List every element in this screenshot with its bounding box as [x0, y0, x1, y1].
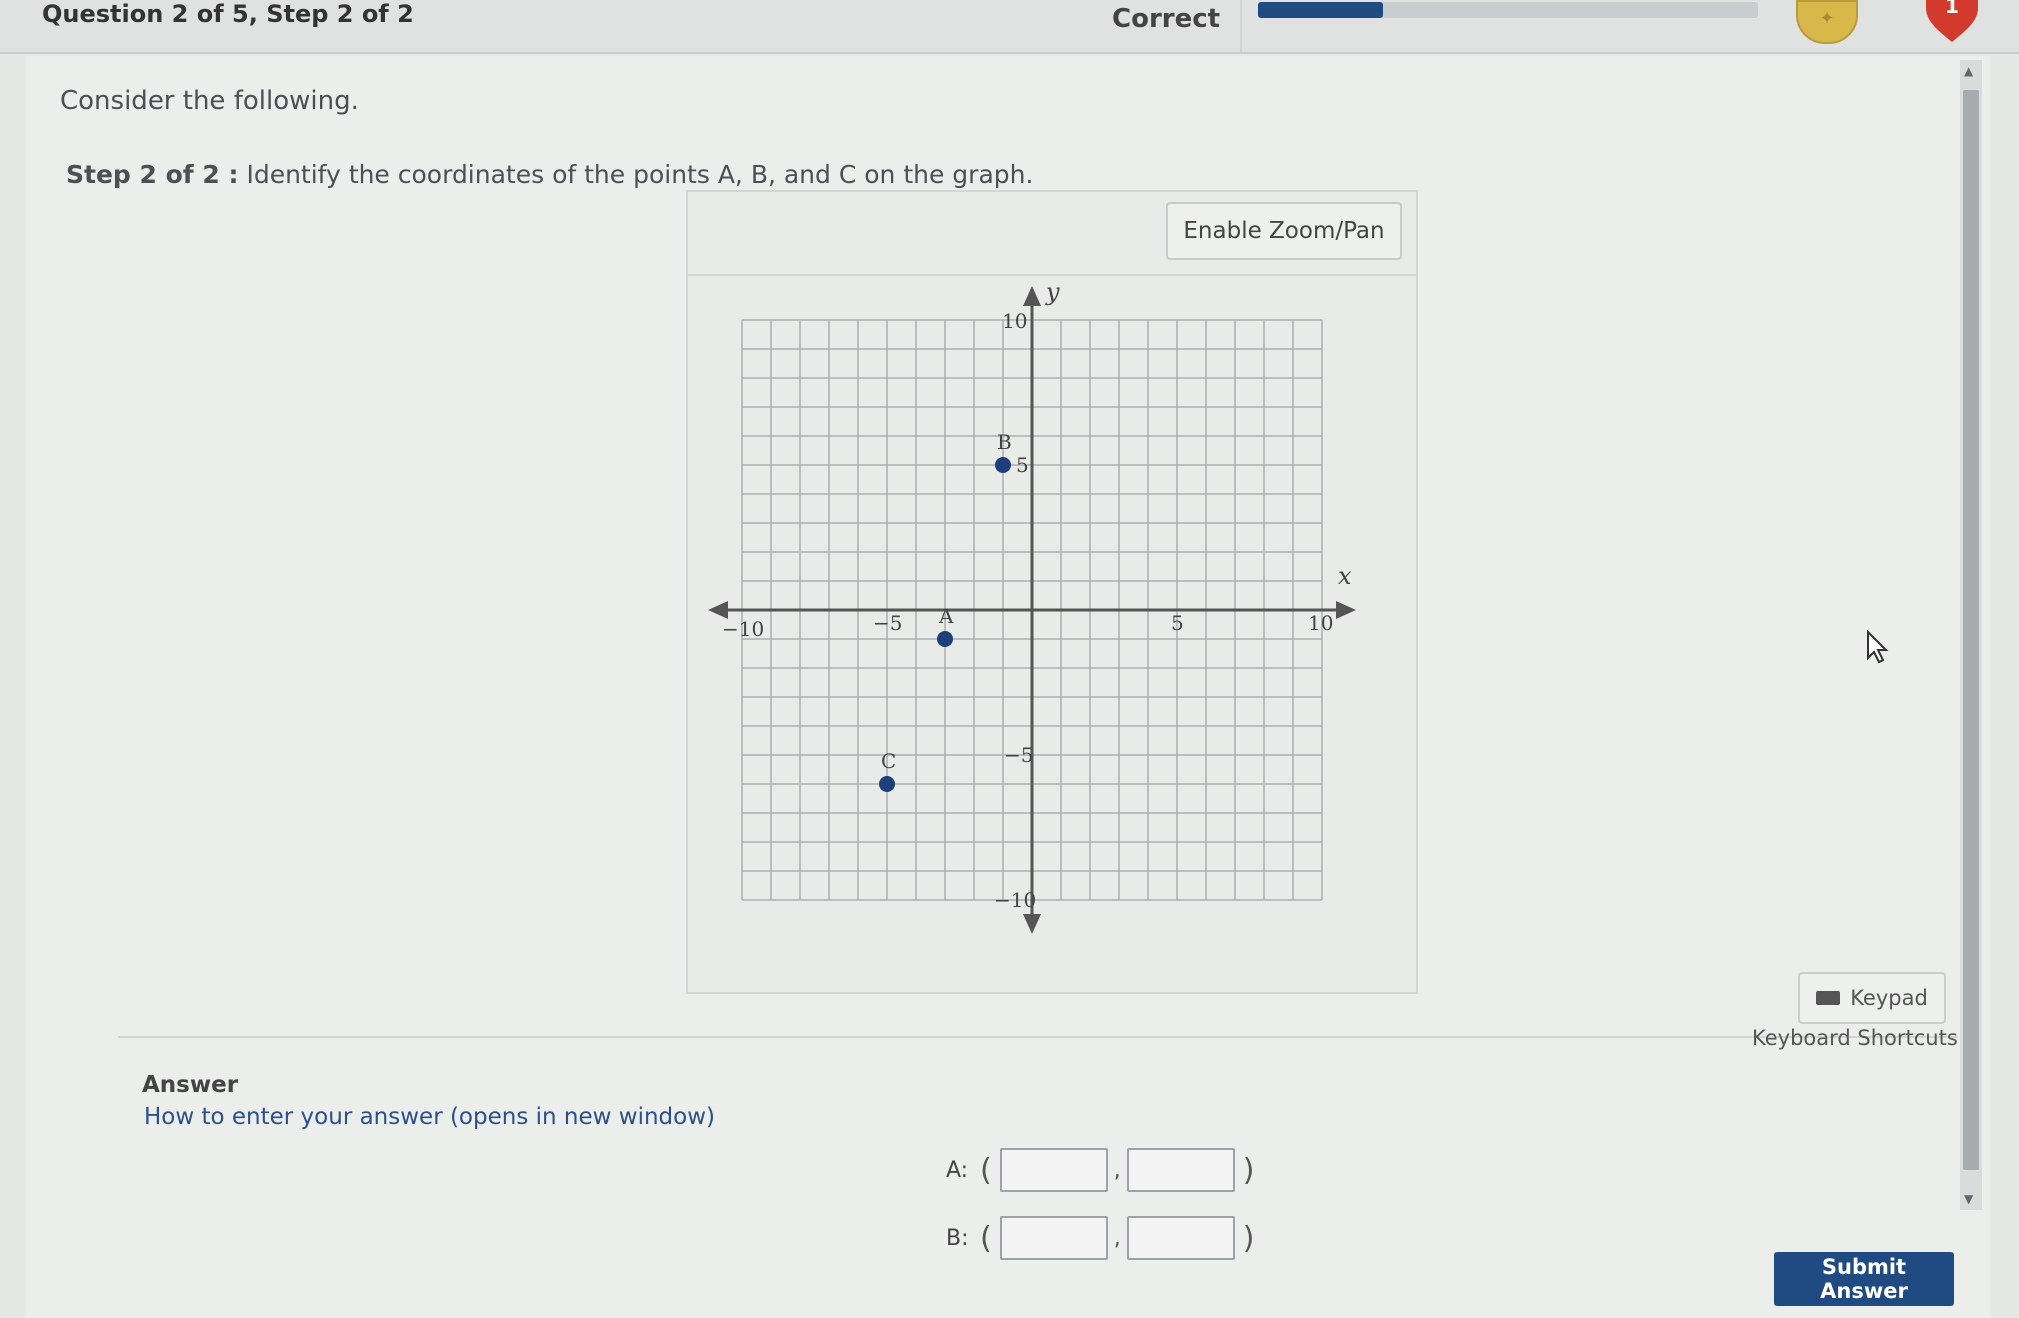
scroll-up-icon[interactable]: ▲: [1964, 64, 1973, 78]
coin-icon[interactable]: ✦: [1796, 0, 1858, 44]
point-a-y-input[interactable]: [1126, 1148, 1235, 1192]
point-c: [879, 776, 895, 792]
enable-zoom-pan-button[interactable]: Enable Zoom/Pan: [1166, 202, 1402, 260]
question-info: Question 2 of 5, Step 2 of 2: [42, 0, 414, 28]
point-b-y-input[interactable]: [1126, 1216, 1235, 1260]
tick-label-y-10: 10: [1002, 309, 1027, 333]
comma: ,: [1113, 1225, 1121, 1251]
point-b: [995, 457, 1011, 473]
keypad-button[interactable]: Keypad: [1798, 972, 1946, 1024]
answer-row-b: B: ( , ): [946, 1216, 1258, 1260]
tick-label-y-5: 5: [1016, 453, 1029, 477]
open-paren: (: [980, 1220, 992, 1256]
coordinate-graph[interactable]: x y −10 −5 5 10 10 5 −5 −10 A B C: [700, 278, 1420, 970]
hearts-count: 1: [1945, 0, 1959, 18]
step-instruction: Step 2 of 2 : Identify the coordinates of…: [66, 160, 1033, 189]
status-label: Correct: [1112, 4, 1221, 34]
step-text: Identify the coordinates of the points A…: [246, 160, 1034, 189]
scroll-thumb[interactable]: [1963, 90, 1979, 1170]
keyboard-icon: [1816, 991, 1841, 1005]
x-axis-arrow-right: [1336, 601, 1356, 619]
scroll-down-icon[interactable]: ▼: [1964, 1192, 1973, 1206]
point-b-label: B: [997, 430, 1012, 454]
point-a-x-input[interactable]: [999, 1148, 1108, 1192]
tick-label-y-neg5: −5: [1004, 743, 1033, 767]
point-a: [937, 631, 953, 647]
answer-row-label: B:: [946, 1225, 969, 1251]
tick-label-x-neg10: −10: [722, 617, 764, 641]
answer-divider: [118, 1036, 1958, 1038]
answer-row-label: A:: [946, 1157, 969, 1183]
open-paren: (: [980, 1152, 992, 1188]
tick-label-x-5: 5: [1171, 611, 1184, 635]
submit-answer-button[interactable]: Submit Answer: [1774, 1252, 1954, 1306]
tick-label-x-neg5: −5: [873, 611, 902, 635]
progress-fill: [1258, 2, 1383, 18]
close-paren: ): [1242, 1152, 1255, 1188]
comma: ,: [1113, 1157, 1121, 1183]
progress-bar: [1258, 2, 1758, 18]
top-bar: Question 2 of 5, Step 2 of 2 Correct ✦ 1: [0, 0, 2019, 54]
answer-heading: Answer: [142, 1072, 239, 1098]
close-paren: ): [1242, 1220, 1255, 1256]
graph-toolbar-divider: [688, 274, 1416, 276]
answer-row-a: A: ( , ): [946, 1148, 1258, 1192]
y-axis-arrow-down: [1023, 914, 1041, 934]
point-a-label: A: [938, 604, 954, 628]
point-b-x-input[interactable]: [999, 1216, 1108, 1260]
header-divider: [1240, 0, 1242, 52]
point-c-label: C: [881, 749, 896, 773]
how-to-enter-answer-link[interactable]: How to enter your answer (opens in new w…: [144, 1104, 715, 1130]
intro-text: Consider the following.: [60, 86, 359, 116]
tick-label-y-neg10: −10: [994, 888, 1036, 912]
y-axis-arrow-up: [1023, 286, 1041, 306]
keyboard-shortcuts-link[interactable]: Keyboard Shortcuts: [1752, 1026, 1958, 1050]
y-axis-label: y: [1045, 278, 1060, 306]
mouse-pointer-icon: [1867, 630, 1889, 664]
step-label: Step 2 of 2 :: [66, 160, 239, 189]
tick-label-x-10: 10: [1308, 611, 1333, 635]
keypad-label: Keypad: [1850, 986, 1928, 1010]
x-axis-label: x: [1338, 562, 1352, 590]
scrollbar[interactable]: ▲ ▼: [1960, 60, 1982, 1210]
